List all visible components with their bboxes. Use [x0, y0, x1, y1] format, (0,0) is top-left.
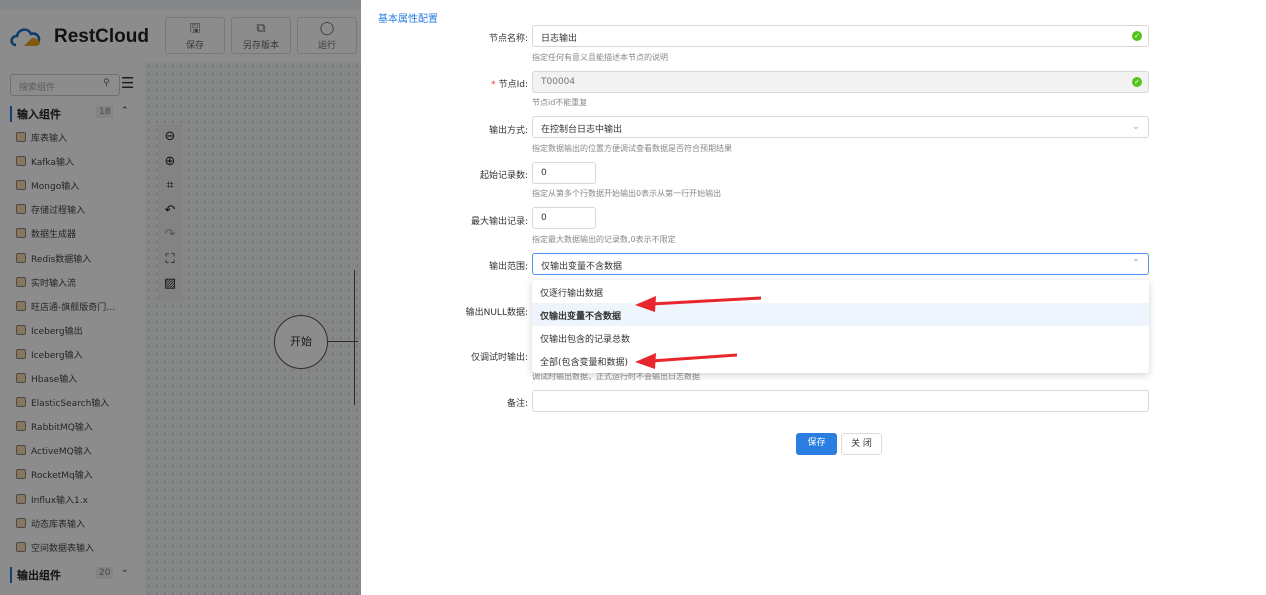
start-record-label: 起始记录数:	[479, 171, 528, 181]
label: 节点Id:	[498, 80, 528, 90]
debug-only-label: 仅调试时输出:	[470, 353, 528, 363]
output-scope-label: 输出范围:	[488, 262, 528, 272]
output-null-label: 输出NULL数据:	[465, 308, 528, 318]
required-mark: *	[491, 80, 496, 90]
value: 仅输出变量不含数据	[541, 262, 623, 272]
scope-option-selected[interactable]: 仅输出变量不含数据	[532, 303, 1149, 326]
scope-option[interactable]: 仅输出包含的记录总数	[532, 326, 1149, 349]
output-scope-select[interactable]: 仅输出变量不含数据 ⌃	[532, 253, 1149, 275]
max-record-label: 最大输出记录:	[470, 217, 528, 227]
check-circle-icon: ✓	[1132, 31, 1142, 41]
node-name-label: 节点名称:	[488, 34, 528, 44]
node-id-hint: 节点id不能重复	[532, 98, 588, 107]
check-circle-icon: ✓	[1132, 77, 1142, 87]
node-name-hint: 指定任何有意义且能描述本节点的说明	[532, 53, 668, 62]
value: 日志输出	[541, 34, 578, 44]
start-record-input[interactable]: 0	[532, 162, 596, 184]
node-id-input[interactable]: T00004 ✓	[532, 71, 1149, 93]
node-name-input[interactable]: 日志输出 ✓	[532, 25, 1149, 47]
node-id-label: * 节点Id:	[328, 77, 528, 90]
max-record-input[interactable]: 0	[532, 207, 596, 229]
remark-label: 备注:	[506, 399, 528, 409]
close-button[interactable]: 关 闭	[841, 433, 882, 455]
scope-option[interactable]: 仅逐行输出数据	[532, 280, 1149, 303]
output-mode-select[interactable]: 在控制台日志中输出 ⌄	[532, 116, 1149, 138]
start-record-hint: 指定从第多个行数据开始输出0表示从第一行开始输出	[532, 189, 722, 198]
value: T00004	[541, 77, 576, 87]
value: 在控制台日志中输出	[541, 125, 623, 135]
chevron-down-icon: ⌄	[1131, 121, 1140, 132]
red-arrow-annotation-icon	[635, 353, 738, 369]
max-record-hint: 指定最大数据输出的记录数,0表示不限定	[532, 235, 676, 244]
scope-option[interactable]: 全部(包含变量和数据)	[532, 349, 1149, 372]
output-mode-hint: 指定数据输出的位置方便调试查看数据是否符合预期结果	[532, 144, 732, 153]
remark-textarea[interactable]	[532, 390, 1149, 412]
chevron-up-icon: ⌃	[1131, 258, 1140, 269]
save-button[interactable]: 保存	[796, 433, 837, 455]
output-mode-label: 输出方式:	[488, 126, 528, 136]
output-scope-dropdown: 仅逐行输出数据 仅输出变量不含数据 仅输出包含的记录总数 全部(包含变量和数据)	[532, 280, 1149, 373]
node-config-drawer: 基本属性配置 节点名称: 日志输出 ✓ 指定任何有意义且能描述本节点的说明 * 节点…	[361, 0, 1266, 595]
modal-overlay[interactable]	[0, 0, 361, 595]
red-arrow-annotation-icon	[635, 296, 762, 312]
section-title: 基本属性配置	[378, 14, 438, 25]
